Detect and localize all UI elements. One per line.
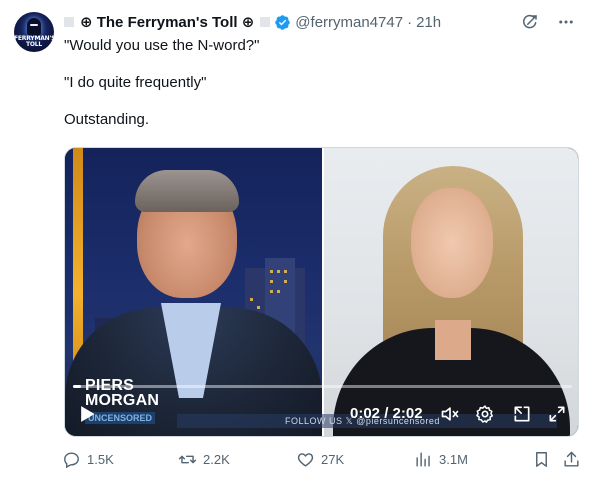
avatar[interactable]: FERRYMAN'S TOLL bbox=[14, 12, 54, 52]
display-name[interactable]: ⊕ The Ferryman's Toll ⊕ bbox=[80, 13, 254, 31]
mute-icon[interactable] bbox=[440, 404, 460, 424]
share-icon bbox=[564, 451, 579, 467]
repost-icon bbox=[178, 455, 197, 464]
placeholder-square-icon bbox=[260, 17, 271, 27]
repost-count: 2.2K bbox=[203, 452, 230, 467]
video-controls: 0:02 / 2:02 bbox=[65, 402, 578, 426]
video-player[interactable]: PIERS MORGAN UNCENSORED FOLLOW US 𝕏 @pie… bbox=[64, 147, 579, 437]
separator: · bbox=[407, 13, 413, 31]
avatar-figure bbox=[27, 18, 41, 36]
tweet-actions: 1.5K 2.2K 27K 3.1M bbox=[62, 450, 582, 472]
top-actions bbox=[520, 12, 576, 32]
fullscreen-icon[interactable] bbox=[547, 404, 567, 424]
placeholder-square-icon bbox=[64, 17, 74, 27]
verified-badge-icon[interactable] bbox=[274, 14, 291, 31]
tweet-line: Outstanding. bbox=[64, 111, 150, 128]
reply-button[interactable]: 1.5K bbox=[62, 450, 114, 469]
reply-count: 1.5K bbox=[87, 452, 114, 467]
analytics-icon bbox=[416, 452, 430, 467]
guest-face bbox=[411, 188, 493, 298]
repost-button[interactable]: 2.2K bbox=[178, 450, 230, 469]
tweet-line: "Would you use the N-word?" bbox=[64, 37, 260, 54]
view-count: 3.1M bbox=[439, 452, 468, 467]
grok-icon[interactable] bbox=[520, 12, 540, 32]
progress-fill bbox=[73, 385, 82, 388]
picture-in-picture-icon[interactable] bbox=[512, 404, 532, 424]
heart-icon bbox=[297, 453, 314, 467]
tweet-header: ⊕ The Ferryman's Toll ⊕ @ferryman4747 · … bbox=[64, 12, 441, 32]
video-time: 0:02 / 2:02 bbox=[350, 405, 423, 422]
play-icon[interactable] bbox=[77, 404, 97, 424]
like-button[interactable]: 27K bbox=[296, 450, 344, 469]
like-count: 27K bbox=[321, 452, 345, 467]
split-divider bbox=[322, 148, 324, 436]
tweet-line: "I do quite frequently" bbox=[64, 74, 207, 91]
views-button[interactable]: 3.1M bbox=[414, 450, 468, 469]
video-left-panel: PIERS MORGAN UNCENSORED bbox=[65, 148, 322, 436]
bookmark-button[interactable] bbox=[532, 450, 551, 469]
avatar-eyes bbox=[30, 24, 38, 26]
timestamp[interactable]: 21h bbox=[416, 14, 441, 31]
progress-bar[interactable] bbox=[73, 385, 572, 388]
guest-neck bbox=[435, 320, 471, 360]
video-right-panel bbox=[323, 148, 578, 436]
more-options-icon[interactable] bbox=[556, 12, 576, 32]
share-button[interactable] bbox=[562, 450, 581, 469]
tweet-text: "Would you use the N-word?" "I do quite … bbox=[64, 36, 574, 130]
tweet[interactable]: FERRYMAN'S TOLL ⊕ The Ferryman's Toll ⊕ … bbox=[0, 0, 598, 485]
handle[interactable]: @ferryman4747 bbox=[295, 14, 403, 31]
host-hair bbox=[135, 170, 239, 212]
settings-gear-icon[interactable] bbox=[475, 404, 495, 424]
reply-icon bbox=[64, 452, 79, 469]
bookmark-icon bbox=[536, 452, 547, 467]
avatar-text: FERRYMAN'S TOLL bbox=[14, 35, 54, 48]
